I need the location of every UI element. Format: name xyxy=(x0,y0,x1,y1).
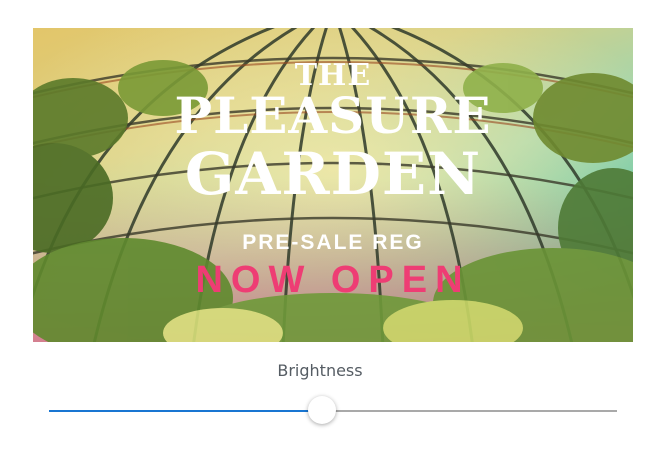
brightness-slider-fill xyxy=(49,410,322,412)
banner-subtitle: PRE-SALE REG xyxy=(242,231,424,254)
brightness-slider-thumb[interactable] xyxy=(308,396,336,424)
banner-image: THE PLEASURE GARDEN PRE-SALE REG NOW OPE… xyxy=(33,28,633,342)
banner-title-line-3: GARDEN xyxy=(184,140,482,208)
brightness-label: Brightness xyxy=(277,361,363,380)
banner-headline: NOW OPEN xyxy=(195,259,471,301)
page: THE PLEASURE GARDEN PRE-SALE REG NOW OPE… xyxy=(0,0,668,462)
banner-title-line-2: PLEASURE xyxy=(174,86,492,145)
